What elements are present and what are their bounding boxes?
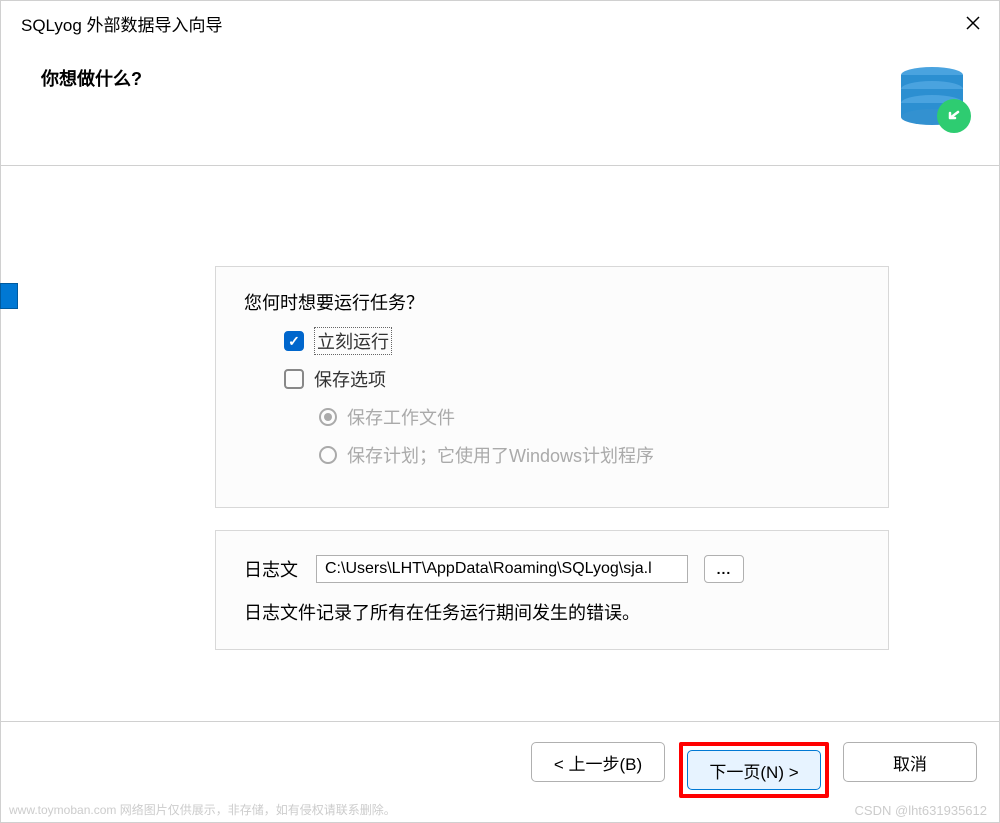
save-job-label: 保存工作文件	[347, 404, 455, 430]
save-options-option[interactable]: 保存选项	[284, 365, 860, 393]
database-import-icon	[899, 65, 971, 137]
log-path-input[interactable]	[316, 555, 688, 583]
footer-buttons: < 上一步(B) 下一页(N) > 取消	[1, 721, 999, 798]
page-title: 你想做什么?	[41, 65, 142, 91]
run-now-checkbox[interactable]	[284, 331, 304, 351]
header-section: 你想做什么?	[1, 45, 999, 166]
run-now-label: 立刻运行	[314, 327, 392, 355]
next-highlight: 下一页(N) >	[679, 742, 829, 798]
wizard-window: SQLyog 外部数据导入向导 你想做什么? 您何时想要运行任务？	[0, 0, 1000, 823]
run-options-panel: 您何时想要运行任务？ 立刻运行 保存选项 保存工作文件 保存计划；它使用了Win…	[215, 266, 889, 508]
browse-button[interactable]: ...	[704, 555, 744, 583]
close-button[interactable]	[963, 13, 983, 33]
cancel-button[interactable]: 取消	[843, 742, 977, 782]
save-options-label: 保存选项	[314, 366, 386, 392]
save-options-checkbox[interactable]	[284, 369, 304, 389]
watermark-right: CSDN @lht631935612	[855, 803, 987, 818]
save-schedule-option[interactable]: 保存计划；它使用了Windows计划程序	[319, 441, 860, 469]
save-job-radio[interactable]	[319, 408, 337, 426]
run-now-option[interactable]: 立刻运行	[284, 327, 860, 355]
watermark-left: www.toymoban.com 网络图片仅供展示，非存储，如有侵权请联系删除。	[9, 801, 396, 818]
save-schedule-radio[interactable]	[319, 446, 337, 464]
window-title: SQLyog 外部数据导入向导	[21, 11, 223, 36]
log-panel: 日志文 ... 日志文件记录了所有在任务运行期间发生的错误。	[215, 530, 889, 650]
log-path-row: 日志文 ...	[244, 555, 860, 583]
save-sub-options: 保存工作文件 保存计划；它使用了Windows计划程序	[319, 403, 860, 469]
save-job-option[interactable]: 保存工作文件	[319, 403, 860, 431]
title-bar: SQLyog 外部数据导入向导	[1, 1, 999, 45]
run-question-label: 您何时想要运行任务？	[244, 289, 860, 315]
next-button[interactable]: 下一页(N) >	[687, 750, 821, 790]
back-button[interactable]: < 上一步(B)	[531, 742, 665, 782]
log-description: 日志文件记录了所有在任务运行期间发生的错误。	[244, 599, 860, 625]
save-schedule-label: 保存计划；它使用了Windows计划程序	[347, 442, 654, 468]
log-label: 日志文	[244, 556, 298, 582]
content-area: 您何时想要运行任务？ 立刻运行 保存选项 保存工作文件 保存计划；它使用了Win…	[1, 166, 999, 670]
